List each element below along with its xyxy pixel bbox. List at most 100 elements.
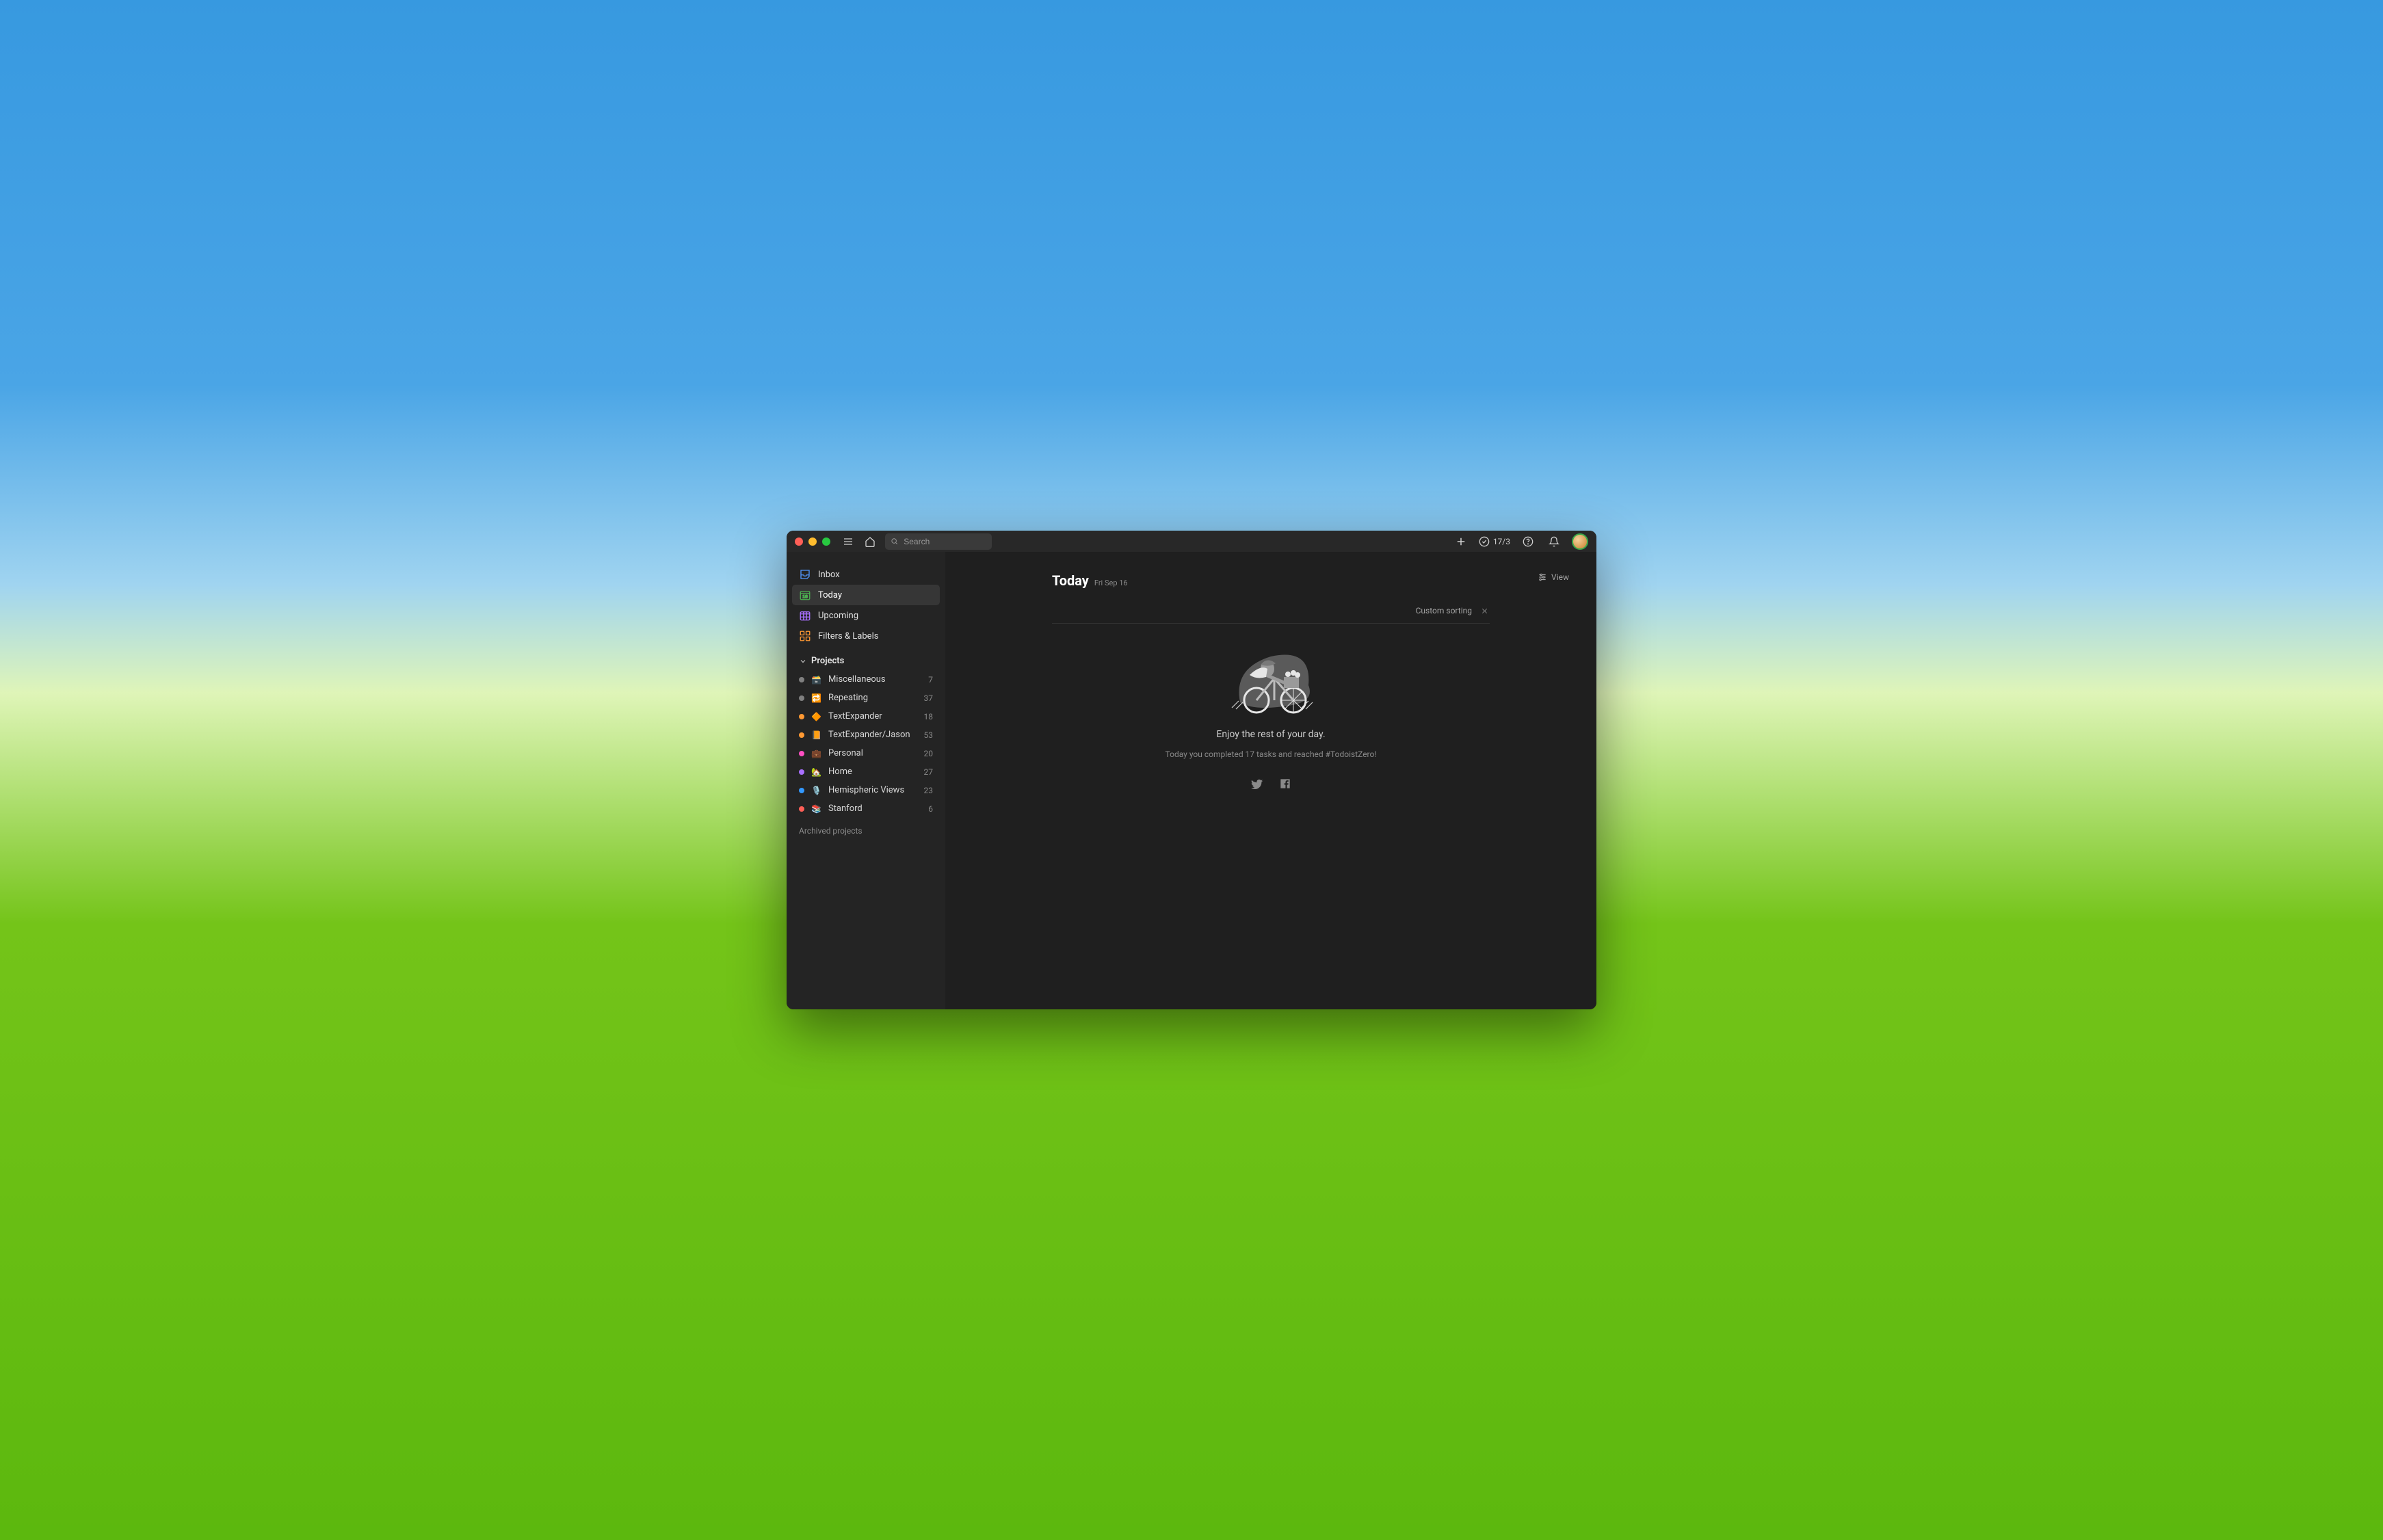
page-date: Fri Sep 16	[1094, 579, 1128, 587]
productivity-button[interactable]: 17/3	[1479, 536, 1510, 547]
project-count: 23	[924, 786, 934, 795]
sidebar-item-inbox[interactable]: Inbox	[792, 564, 940, 585]
sort-label[interactable]: Custom sorting	[1416, 606, 1472, 615]
project-emoji: 🏡	[811, 768, 821, 776]
twitter-icon	[1251, 778, 1263, 791]
social-share	[1251, 778, 1291, 791]
plus-icon	[1455, 535, 1467, 548]
project-emoji: 🗃️	[811, 676, 821, 684]
titlebar: 17/3	[787, 531, 1596, 552]
close-icon	[1481, 607, 1488, 615]
project-label: Stanford	[828, 804, 921, 814]
view-button[interactable]: View	[1538, 572, 1569, 582]
project-emoji: 🔶	[811, 713, 821, 721]
project-color-dot	[799, 769, 804, 775]
window-controls	[795, 537, 830, 546]
projects-section-toggle[interactable]: Projects	[792, 646, 940, 670]
project-emoji: 💼	[811, 749, 821, 758]
notifications-button[interactable]	[1546, 533, 1562, 550]
home-icon	[865, 536, 875, 547]
page-header: Today Fri Sep 16	[1052, 572, 1490, 589]
project-item[interactable]: 💼 Personal 20	[792, 744, 940, 762]
project-count: 7	[928, 675, 933, 685]
facebook-icon	[1280, 778, 1291, 789]
project-label: Miscellaneous	[828, 674, 921, 685]
project-count: 53	[924, 730, 934, 740]
bell-icon	[1549, 536, 1559, 547]
project-count: 37	[924, 693, 934, 703]
app-body: Inbox 16 Today Upcoming Filters & Labels	[787, 552, 1596, 1009]
project-label: TextExpander/Jason	[828, 730, 917, 740]
help-button[interactable]	[1520, 533, 1536, 550]
project-item[interactable]: 🎙️ Hemispheric Views 23	[792, 781, 940, 799]
project-item[interactable]: 🏡 Home 27	[792, 762, 940, 781]
project-color-dot	[799, 788, 804, 793]
fullscreen-window-button[interactable]	[822, 537, 830, 546]
project-label: Repeating	[828, 693, 917, 703]
project-color-dot	[799, 806, 804, 812]
svg-text:16: 16	[802, 595, 808, 600]
project-emoji: 🔁	[811, 694, 821, 702]
help-icon	[1523, 536, 1533, 547]
project-label: Personal	[828, 748, 917, 758]
sidebar-item-label: Filters & Labels	[818, 631, 878, 641]
sort-clear-button[interactable]	[1479, 605, 1490, 616]
empty-subtitle: Today you completed 17 tasks and reached…	[1166, 749, 1377, 759]
search-icon	[891, 537, 898, 546]
project-item[interactable]: 📙 TextExpander/Jason 53	[792, 726, 940, 744]
project-color-dot	[799, 732, 804, 738]
view-label: View	[1551, 572, 1569, 582]
project-color-dot	[799, 695, 804, 701]
share-facebook-button[interactable]	[1280, 778, 1291, 791]
project-color-dot	[799, 677, 804, 682]
share-twitter-button[interactable]	[1251, 778, 1263, 791]
sidebar-item-label: Upcoming	[818, 611, 858, 621]
sidebar-item-label: Inbox	[818, 570, 840, 580]
sidebar-item-today[interactable]: 16 Today	[792, 585, 940, 605]
grid-icon	[799, 630, 811, 642]
avatar[interactable]	[1572, 533, 1588, 550]
menu-icon	[843, 536, 854, 547]
app-window: 17/3 Inbox 16 Today	[787, 531, 1596, 1009]
search-field[interactable]	[885, 533, 992, 550]
calendar-icon	[799, 609, 811, 622]
add-task-button[interactable]	[1453, 533, 1469, 550]
sort-row: Custom sorting	[1052, 605, 1490, 624]
empty-title: Enjoy the rest of your day.	[1216, 729, 1325, 740]
sidebar-toggle-button[interactable]	[840, 533, 856, 550]
project-emoji: 📙	[811, 731, 821, 739]
page-title: Today	[1052, 572, 1089, 589]
project-item[interactable]: 🗃️ Miscellaneous 7	[792, 670, 940, 689]
close-window-button[interactable]	[795, 537, 803, 546]
titlebar-right: 17/3	[1453, 533, 1588, 550]
project-count: 6	[928, 804, 933, 814]
main-pane: View Today Fri Sep 16 Custom sorting	[945, 552, 1596, 1009]
project-item[interactable]: 📚 Stanford 6	[792, 799, 940, 818]
project-label: TextExpander	[828, 711, 917, 721]
archived-projects-link[interactable]: Archived projects	[792, 818, 940, 844]
project-emoji: 🎙️	[811, 786, 821, 795]
sliders-icon	[1538, 572, 1547, 582]
project-count: 20	[924, 749, 934, 758]
project-count: 27	[924, 767, 934, 777]
project-color-dot	[799, 751, 804, 756]
check-circle-icon	[1479, 536, 1490, 547]
project-label: Hemispheric Views	[828, 785, 917, 795]
empty-state: Enjoy the rest of your day. Today you co…	[1052, 637, 1490, 791]
productivity-count: 17/3	[1493, 537, 1510, 546]
sidebar-item-filters[interactable]: Filters & Labels	[792, 626, 940, 646]
project-emoji: 📚	[811, 805, 821, 813]
sidebar: Inbox 16 Today Upcoming Filters & Labels	[787, 552, 945, 1009]
empty-illustration	[1213, 637, 1329, 719]
calendar-today-icon: 16	[799, 589, 811, 601]
search-input[interactable]	[904, 537, 986, 546]
project-label: Home	[828, 767, 917, 777]
project-item[interactable]: 🔁 Repeating 37	[792, 689, 940, 707]
minimize-window-button[interactable]	[808, 537, 817, 546]
chevron-down-icon	[799, 657, 807, 665]
project-item[interactable]: 🔶TextExpander18	[792, 707, 940, 726]
sidebar-item-upcoming[interactable]: Upcoming	[792, 605, 940, 626]
project-color-dot	[799, 714, 804, 719]
home-button[interactable]	[862, 533, 878, 550]
inbox-icon	[799, 568, 811, 581]
